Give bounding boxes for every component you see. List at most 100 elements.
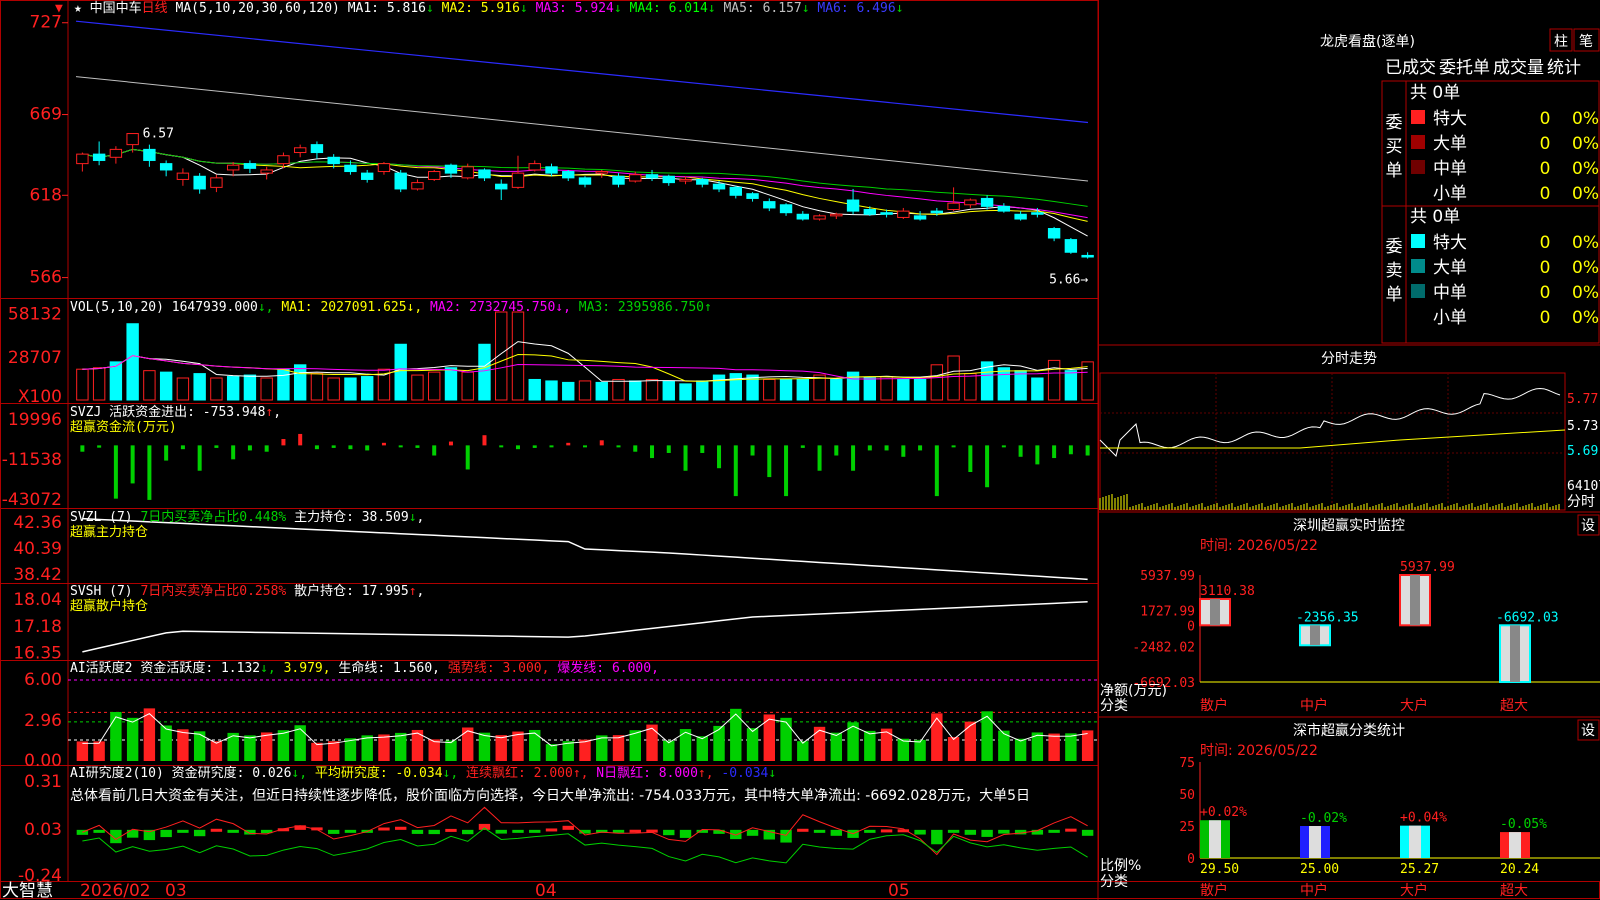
svzj-bar <box>633 445 638 452</box>
sell-row-swatch <box>1411 284 1425 298</box>
volume-chart[interactable] <box>76 311 1094 401</box>
sell-row-count: 0 <box>1540 283 1551 303</box>
volume-bar <box>428 371 441 401</box>
ai2-bar <box>880 829 893 833</box>
ai2-ytick: 0.31 <box>24 772 62 792</box>
svzj-bar <box>616 445 621 448</box>
mon-cat-label: 散户 <box>1200 697 1228 714</box>
volume-bar <box>243 374 257 401</box>
candle-body <box>478 169 491 179</box>
ai-activity-bar <box>529 729 541 761</box>
cls-value-label: 25.00 <box>1300 862 1339 877</box>
volume-bar <box>159 371 173 401</box>
ai2-bar <box>327 829 340 834</box>
ai2-bar <box>746 829 759 836</box>
mon-bar-shade <box>1510 625 1520 682</box>
ai-activity-bar <box>327 741 340 761</box>
svzj-bar <box>549 445 554 448</box>
svzl-chart[interactable] <box>82 517 1088 581</box>
mon-bar-label: 3110.38 <box>1200 584 1255 599</box>
candle-body <box>813 215 826 220</box>
buy-row-name: 特大 <box>1433 109 1467 129</box>
ai-activity-bar <box>395 732 407 761</box>
candle-body <box>863 209 877 215</box>
ai-research-chart[interactable] <box>76 806 1094 864</box>
mon-cat-label: 超大 <box>1500 698 1528 714</box>
svzj-bar <box>1035 445 1040 465</box>
ai2-bar <box>947 829 960 833</box>
ai2-bar <box>1081 829 1094 836</box>
svsh-chart[interactable] <box>82 601 1088 653</box>
svzj-bar <box>918 445 923 451</box>
ai2-bar <box>177 829 189 833</box>
tab-成交量: 成交量 <box>1493 58 1544 78</box>
candle-body <box>143 148 156 161</box>
ai-activity-chart[interactable] <box>68 679 1098 761</box>
svzj-bar <box>650 445 655 459</box>
stock-terminal-canvas: 6.575.66→ 龙虎看盘(逐单) 柱笔已成交 委托单 成交量 统计委买单委卖单共 0… <box>0 0 1600 900</box>
volume-bar <box>578 380 592 401</box>
svzj-bar <box>566 442 571 446</box>
candle-body <box>377 163 391 173</box>
volume-bar <box>176 377 190 401</box>
volume-bar <box>779 378 793 401</box>
candle-body <box>1014 213 1027 220</box>
ai2-bar <box>998 829 1010 834</box>
footer-bar <box>0 881 1600 899</box>
svzj-ytick: -11538 <box>2 450 62 470</box>
ai2-bar <box>730 829 742 840</box>
volume-bar <box>1014 370 1027 401</box>
sell-row-count: 0 <box>1540 233 1551 253</box>
volume-bar <box>545 380 558 401</box>
svzj-bar <box>264 445 269 452</box>
svzj-bar <box>717 445 722 469</box>
svzj-bar <box>298 433 303 446</box>
volume-bar <box>1081 361 1094 401</box>
candlestick-chart[interactable]: 6.57 5.66→ <box>62 20 1094 288</box>
svzj-chart[interactable] <box>80 433 1090 500</box>
ai2-bar <box>395 826 407 830</box>
svzj-bar <box>985 445 990 488</box>
ai-activity-bar <box>1081 730 1094 761</box>
ai2-bar <box>562 825 574 830</box>
volume-bar <box>997 367 1011 401</box>
svzj-bar <box>365 445 370 451</box>
candle-body <box>662 175 675 184</box>
volume-bar <box>210 377 223 401</box>
ai2-bar <box>529 829 541 833</box>
buy-row-count: 0 <box>1540 184 1551 204</box>
ai2-bar <box>512 829 524 833</box>
svzl-sublabel: 超赢主力持仓 <box>70 524 148 540</box>
cls-time: 时间: 2026/05/22 <box>1200 743 1318 759</box>
ai-activity-bar <box>277 730 290 761</box>
svzl-header-line: SVZL (7) 7日内买卖净占比0.448% 主力持仓: 38.509↓, <box>70 509 424 525</box>
sell-label-char: 单 <box>1386 285 1403 305</box>
sell-row-name: 大单 <box>1433 258 1467 278</box>
cls-cat-label: 散户 <box>1200 882 1228 899</box>
cls-delta-label: -0.02% <box>1300 811 1347 826</box>
volume-bar <box>629 380 642 401</box>
sell-total: 共 0单 <box>1410 207 1460 227</box>
mon-ylabel: 净额(万元) <box>1100 683 1167 699</box>
svzj-bar <box>599 440 604 446</box>
candle-body <box>980 197 994 207</box>
ai-activity-bar <box>931 713 943 761</box>
buy-total: 共 0单 <box>1410 83 1460 103</box>
candle-body <box>545 166 558 174</box>
bar-mode-label: 柱 <box>1554 34 1568 50</box>
svsh-ytick: 17.18 <box>13 617 62 637</box>
svzj-bar <box>398 445 403 448</box>
ai-activity-bar <box>210 741 223 761</box>
ai2-bar <box>1048 829 1060 833</box>
volume-bar <box>595 381 608 401</box>
volume-bar <box>612 378 625 401</box>
volume-bar <box>645 378 659 401</box>
cls-ylabel: 比例% <box>1100 858 1141 874</box>
volume-bar <box>277 368 290 401</box>
candle-body <box>746 193 759 199</box>
date-axis-label: 2026/02 <box>80 881 151 900</box>
buy-label-char: 买 <box>1386 137 1403 157</box>
ai-activity-bar <box>1014 738 1027 761</box>
candle-body <box>1064 239 1078 253</box>
cls-ytick: 0 <box>1187 852 1195 867</box>
